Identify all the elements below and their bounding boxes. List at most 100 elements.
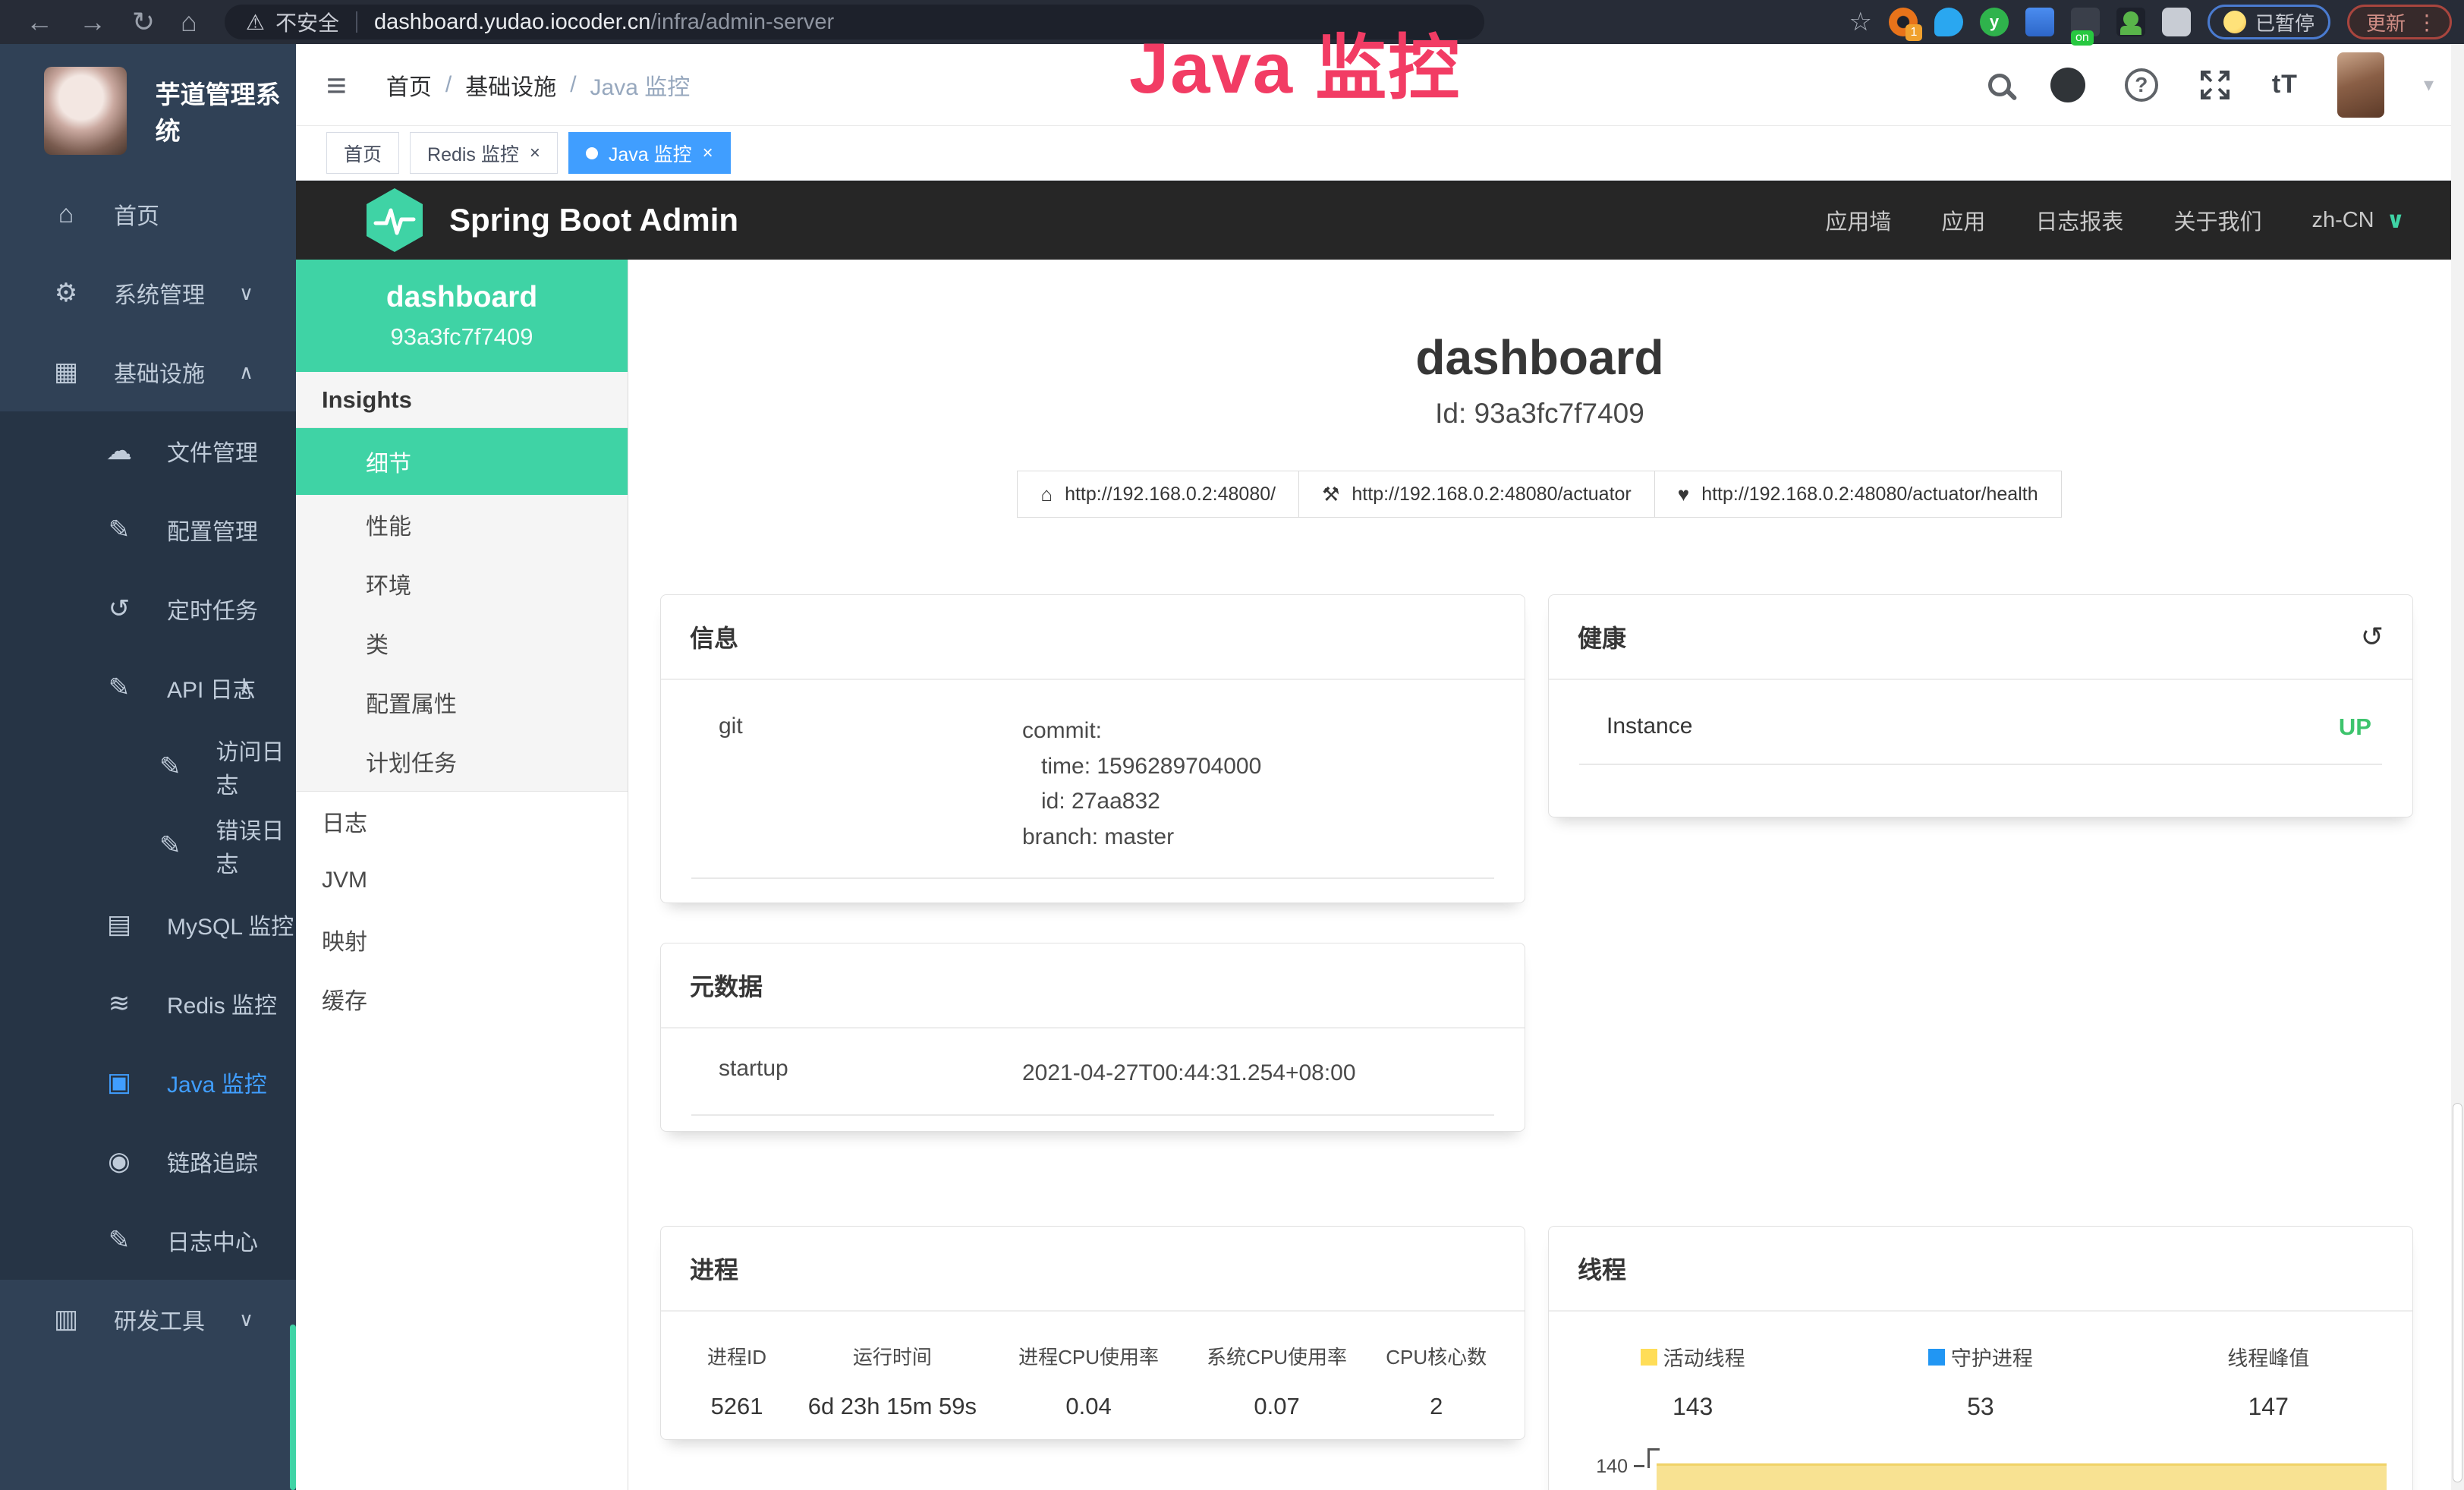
chevron-down-icon: ∨ [2387,207,2405,234]
extension-on-badge: on [2071,30,2094,46]
font-size-icon[interactable]: tT [2272,70,2298,99]
page-scrollbar[interactable] [2451,44,2464,1490]
sba-menu-metrics[interactable]: 性能 [296,495,628,554]
y-axis-corner [1647,1448,1660,1451]
tab-java-monitor[interactable]: Java 监控 × [568,132,731,174]
tab-redis-monitor[interactable]: Redis 监控 × [410,132,558,174]
legend-live-threads: 活动线程 143 [1549,1342,1836,1421]
chevron-down-icon: ∨ [239,1308,253,1331]
reload-icon[interactable]: ↻ [132,6,155,38]
sba-instance-sidebar: dashboard 93a3fc7f7409 Insights 细节 性能 环境… [296,260,628,1490]
instance-id: 93a3fc7f7409 [391,323,533,351]
sidebar-item-access-log[interactable]: ✎ 访问日志 [0,727,296,806]
sba-menu-environment[interactable]: 环境 [296,554,628,613]
sba-nav-journal[interactable]: 日志报表 [2035,204,2123,236]
chrome-update-button[interactable]: 更新 ⋮ [2347,5,2452,39]
help-icon[interactable]: ? [2125,68,2158,102]
health-url-button[interactable]: ♥ http://192.168.0.2:48080/actuator/heal… [1654,471,2062,518]
extension-icon-person[interactable] [2116,8,2145,36]
health-card-title: 健康 [1578,619,1626,654]
url-host[interactable]: dashboard.yudao.iocoder.cn [374,10,650,35]
warning-icon[interactable]: ⚠ [246,10,265,35]
sidebar-item-tracing[interactable]: ◉ 链路追踪 [0,1122,296,1201]
app-logo-row: 芋道管理系统 [0,44,296,175]
sidebar-item-api-log[interactable]: ✎ API 日志 ∧ [0,648,296,727]
fullscreen-icon[interactable] [2198,68,2233,102]
sidebar-item-config[interactable]: ✎ 配置管理 [0,490,296,569]
bookmark-star-icon[interactable]: ☆ [1849,7,1871,37]
legend-daemon-threads: 守护进程 53 [1836,1342,2124,1421]
extension-icon-switch[interactable]: on [2071,8,2100,36]
sba-menu-mappings[interactable]: 映射 [296,910,628,969]
insights-section-label: Insights [296,372,628,428]
sidebar-scrollbar-thumb[interactable] [290,1325,296,1490]
sidebar-item-dev-tools[interactable]: ▥ 研发工具 ∨ [0,1280,296,1359]
y-axis-line [1647,1448,1650,1468]
sidebar-item-redis[interactable]: ≋ Redis 监控 [0,964,296,1043]
extension-icon-grid[interactable] [2025,8,2054,36]
sba-language-select[interactable]: zh-CN ∨ [2311,207,2405,234]
actuator-url-button[interactable]: ⚒ http://192.168.0.2:48080/actuator [1298,471,1655,518]
java-monitor-icon: ▣ [102,1067,137,1098]
breadcrumb-infra[interactable]: 基础设施 [465,68,556,102]
live-threads-area-series [1657,1463,2387,1490]
close-icon[interactable]: × [703,143,713,164]
breadcrumb-home[interactable]: 首页 [386,68,432,102]
home-icon: ⌂ [1040,483,1053,506]
url-path[interactable]: /infra/admin-server [650,10,834,35]
sba-menu-jvm[interactable]: JVM [296,851,628,910]
sidebar-item-home[interactable]: ⌂ 首页 [0,175,296,254]
sba-menu-scheduled-tasks[interactable]: 计划任务 [296,732,628,791]
sidebar-item-files[interactable]: ☁ 文件管理 [0,411,296,490]
threads-area-chart: 140 120 100 [1549,1447,2412,1490]
process-col: 进程CPU使用率 0.04 [995,1342,1183,1420]
browser-extensions-area: ☆ 1 y on 已暂停 更新 ⋮ [1849,0,2452,44]
sidebar-item-infra[interactable]: ▦ 基础设施 ∧ [0,332,296,411]
scrollbar-thumb[interactable] [2453,1103,2462,1482]
process-card-title: 进程 [690,1251,738,1286]
browser-menu-icon[interactable]: ⋮ [2416,10,2437,35]
extension-icon-green[interactable]: y [1980,8,2009,36]
sba-menu-caches[interactable]: 缓存 [296,969,628,1029]
sidebar-item-mysql[interactable]: ▤ MySQL 监控 [0,885,296,964]
extension-icon-pin[interactable] [1934,8,1963,36]
avatar-caret-icon[interactable]: ▾ [2424,73,2434,96]
sba-nav-about[interactable]: 关于我们 [2173,204,2261,236]
user-avatar[interactable] [2337,52,2384,118]
startup-row: startup 2021-04-27T00:44:31.254+08:00 [691,1056,1494,1116]
sba-nav-applications[interactable]: 应用 [1941,204,1985,236]
sba-brand-title[interactable]: Spring Boot Admin [449,202,738,238]
sidebar-item-log-center[interactable]: ✎ 日志中心 [0,1201,296,1280]
extensions-puzzle-icon[interactable] [2162,8,2191,36]
close-icon[interactable]: × [530,143,540,164]
sba-nav-wallboard[interactable]: 应用墙 [1825,204,1891,236]
tab-home[interactable]: 首页 [326,132,399,174]
security-label[interactable]: 不安全 [275,7,339,37]
sidebar-item-java[interactable]: ▣ Java 监控 [0,1043,296,1122]
sidebar-item-system[interactable]: ⚙ 系统管理 ∨ [0,254,296,332]
search-icon[interactable] [1988,74,2011,96]
git-info-row: git commit: time: 1596289704000 id: 27aa… [691,713,1494,879]
sidebar-collapse-icon[interactable]: ≡ [326,65,347,106]
github-icon[interactable] [2050,68,2085,102]
edit-icon: ✎ [102,515,137,545]
sba-menu-logs[interactable]: 日志 [296,792,628,851]
threads-legend: 活动线程 143 守护进程 53 线程峰值 147 [1549,1342,2412,1421]
browser-home-icon[interactable]: ⌂ [181,6,197,38]
startup-value: 2021-04-27T00:44:31.254+08:00 [1022,1056,1356,1092]
back-icon[interactable]: ← [26,6,53,38]
sidebar-item-error-log[interactable]: ✎ 错误日志 [0,806,296,885]
sba-menu-classes[interactable]: 类 [296,613,628,673]
sba-menu-configprops[interactable]: 配置属性 [296,673,628,732]
history-icon[interactable]: ↺ [2361,621,2384,653]
profile-paused-chip[interactable]: 已暂停 [2208,5,2330,39]
sba-header: Spring Boot Admin 应用墙 应用 日志报表 关于我们 zh-CN… [296,181,2464,260]
extension-icon-orange[interactable]: 1 [1889,8,1918,36]
sba-menu-details[interactable]: 细节 [296,428,628,495]
service-url-button[interactable]: ⌂ http://192.168.0.2:48080/ [1017,471,1299,518]
forward-icon[interactable]: → [79,6,106,38]
sidebar-item-jobs[interactable]: ↺ 定时任务 [0,569,296,648]
history-icon: ↺ [102,594,137,624]
header-actions: ? tT ▾ [1988,52,2434,118]
instance-header[interactable]: dashboard 93a3fc7f7409 [296,260,628,372]
